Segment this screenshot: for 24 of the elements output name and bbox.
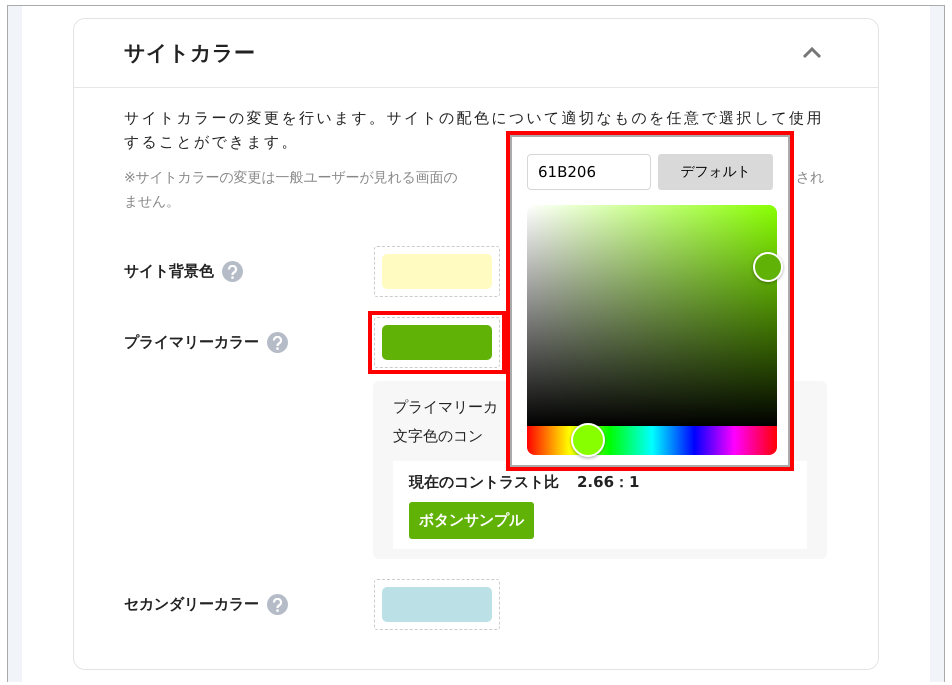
color-swatch[interactable] (382, 254, 492, 289)
section-title: サイトカラー (124, 40, 255, 67)
note-text: ません。 (124, 194, 180, 210)
contrast-text: 文字色のコン (393, 426, 483, 447)
color-handle[interactable] (753, 252, 783, 282)
hex-input-field[interactable]: 61B206 (527, 154, 651, 190)
ratio-label: 現在のコントラスト比 (409, 473, 559, 492)
note-text: ※サイトカラーの変更は一般ユーザーが見れる画面の (124, 169, 458, 188)
color-swatch[interactable] (382, 587, 492, 622)
chevron-icon[interactable] (802, 47, 822, 59)
note-text: され (796, 169, 824, 188)
field-label: プライマリーカラー (124, 333, 259, 352)
field-label: サイト背景色 (124, 262, 214, 281)
ratio-value: 2.66：1 (577, 473, 640, 492)
color-swatch[interactable] (382, 325, 492, 360)
contrast-text: プライマリーカ (393, 397, 498, 418)
hue-slider[interactable] (527, 426, 777, 455)
help-icon[interactable] (267, 332, 288, 353)
hue-handle[interactable] (571, 423, 606, 457)
description-text: サイトカラーの変更を行います。サイトの配色について適切なものを任意で選択して使用することができます。 (124, 108, 825, 153)
help-icon[interactable] (222, 261, 243, 282)
field-label: セカンダリーカラー (124, 595, 259, 614)
help-icon[interactable] (267, 594, 288, 615)
default-button[interactable]: デフォルト (658, 154, 773, 190)
